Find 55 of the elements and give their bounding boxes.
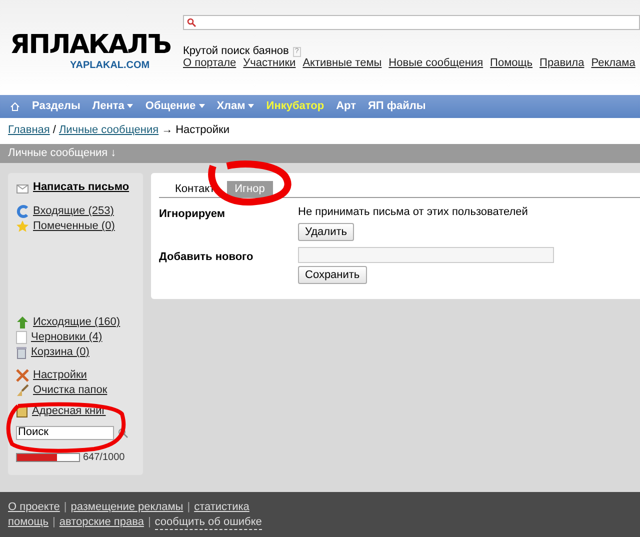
footer-link[interactable]: О проекте bbox=[8, 500, 60, 514]
row-label: Добавить нового bbox=[159, 250, 254, 266]
breadcrumb-link[interactable]: Личные сообщения bbox=[58, 122, 159, 139]
header-link[interactable]: Реклама bbox=[591, 57, 636, 70]
breadcrumb-arrow: → bbox=[162, 123, 173, 138]
row-label: Игнорируем bbox=[159, 206, 226, 222]
breadcrumb-current: Настройки bbox=[176, 123, 230, 138]
footer-separator: | bbox=[52, 514, 56, 530]
caret-icon bbox=[248, 104, 254, 108]
footer-link[interactable]: помощь bbox=[8, 514, 49, 530]
footer-separator: | bbox=[64, 500, 67, 514]
search-hint-text: Крутой поиск баянов bbox=[183, 46, 289, 57]
header-link[interactable]: Правила bbox=[540, 57, 584, 70]
breadcrumb-link[interactable]: Главная bbox=[8, 122, 50, 139]
breadcrumb-separator: / bbox=[52, 123, 56, 138]
header-link[interactable]: О портале bbox=[183, 57, 236, 70]
folder-link[interactable]: Помеченные (0) bbox=[33, 218, 115, 234]
search-input[interactable]: Поиск bbox=[16, 426, 114, 440]
header-link[interactable]: Участники bbox=[243, 57, 296, 70]
folder-link[interactable]: Исходящие (160) bbox=[33, 314, 120, 330]
action-button[interactable]: Удалить bbox=[298, 223, 354, 242]
trash-icon bbox=[16, 346, 27, 359]
folder-link[interactable]: Черновики (4) bbox=[31, 328, 102, 346]
caret-icon bbox=[127, 104, 134, 108]
logo-domain: YAPLAKAL.COM bbox=[70, 58, 150, 73]
row-description: Не принимать письма от этих пользователей bbox=[298, 204, 528, 220]
tools-icon bbox=[16, 368, 29, 382]
footer-link[interactable]: авторские права bbox=[59, 514, 144, 530]
folder-link[interactable]: Входящие (253) bbox=[33, 202, 114, 220]
compose-link[interactable]: Написать письмо bbox=[33, 179, 130, 196]
header-link[interactable]: Новые сообщения bbox=[388, 57, 484, 70]
footer-link[interactable]: сообщить об ошибке bbox=[154, 514, 262, 530]
star-icon bbox=[16, 220, 29, 233]
home-icon[interactable] bbox=[10, 102, 20, 111]
letter-icon bbox=[16, 182, 29, 194]
caret-icon bbox=[198, 104, 205, 108]
search-icon bbox=[187, 18, 196, 27]
footer-link[interactable]: статистика bbox=[194, 500, 250, 514]
footer-separator: | bbox=[148, 514, 151, 530]
folder-link[interactable]: Настройки bbox=[33, 366, 87, 384]
search-icon[interactable] bbox=[118, 428, 128, 438]
footer-link[interactable]: размещение рекламы bbox=[70, 500, 184, 514]
site-logo[interactable]: ЯПЛАКАЛЪ bbox=[10, 32, 170, 58]
folder-link[interactable]: Адресная книг bbox=[32, 402, 106, 420]
broom-icon bbox=[16, 384, 29, 397]
search-field[interactable] bbox=[183, 15, 640, 30]
action-button[interactable]: Сохранить bbox=[298, 266, 367, 284]
footer-separator: | bbox=[187, 500, 190, 514]
quota-reading: 647/1000 bbox=[83, 450, 125, 465]
folder-link[interactable]: Корзина (0) bbox=[31, 344, 90, 360]
header-link[interactable]: Активные темы bbox=[302, 57, 382, 70]
header-link[interactable]: Помощь bbox=[490, 57, 533, 70]
folder-link[interactable]: Очистка папок bbox=[33, 382, 108, 398]
page-icon bbox=[16, 330, 27, 344]
username-input[interactable] bbox=[298, 247, 554, 264]
